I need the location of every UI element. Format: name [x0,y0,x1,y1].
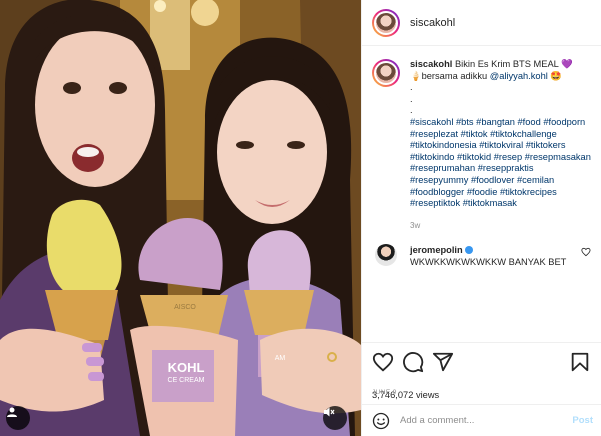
cone-sleeve-label: AISCO [174,304,196,311]
caption-username[interactable]: siscakohl [410,59,452,69]
cone-label-ice-cream: CE CREAM [167,377,205,384]
post-comment-button[interactable]: Post [572,415,593,426]
bookmark-icon[interactable] [569,351,591,373]
mention-link[interactable]: @aliyyah.kohl [490,71,548,81]
caption-time[interactable]: 3w [410,220,591,232]
caption-dot: . [410,82,413,93]
action-bar [362,342,601,380]
post-media-video[interactable]: KOHL CE CREAM AM AISCO [0,0,361,436]
caption-dot: . [410,93,413,104]
cone-label-kohl: KOHL [167,360,205,375]
caption-avatar[interactable] [372,59,400,87]
verified-icon [464,246,473,255]
caption-hashtags[interactable]: #siscakohl #bts #bangtan #food #foodporn… [410,117,591,210]
post-header: siscakohl [362,0,601,46]
caption-line2-suffix: 🤩 [547,70,562,81]
caption-line2-prefix: 🍦bersama adikku [410,70,490,81]
person-tag-icon [7,407,17,417]
small-heart-icon[interactable] [581,247,591,257]
comment-input[interactable] [400,415,573,426]
caption-dot: . [410,105,413,116]
comment-avatar[interactable] [375,244,397,267]
add-comment-bar: Post [362,404,601,436]
emoji-icon[interactable] [372,412,390,430]
share-icon[interactable] [432,351,454,373]
mute-button[interactable] [323,406,347,430]
comment-text: WKWKKWKWKWKKW BANYAK BET [410,257,567,268]
mute-icon [324,407,335,417]
tagged-people-button[interactable] [6,406,30,430]
heart-icon[interactable] [372,351,394,373]
comment-icon[interactable] [402,351,424,373]
author-username[interactable]: siscakohl [410,17,455,29]
comment-username[interactable]: jeromepolin [410,245,463,255]
author-avatar[interactable] [372,8,400,37]
comment-item: jeromepolin WKWKKWKWKWKKW BANYAK BET [372,244,591,268]
caption-text: Bikin Es Krim BTS MEAL 💜 [454,59,573,69]
cone-label-right: AM [274,355,286,362]
post-date[interactable]: JUNE 9 [372,389,397,396]
post-side-panel: siscakohl siscakohl Bikin Es Krim BTS ME… [361,0,601,436]
caption-body: siscakohl Bikin Es Krim BTS MEAL 💜 🍦bers… [410,59,591,231]
comments-section[interactable]: siscakohl Bikin Es Krim BTS MEAL 💜 🍦bers… [362,47,601,342]
caption: siscakohl Bikin Es Krim BTS MEAL 💜 🍦bers… [372,59,591,231]
comment-body: jeromepolin WKWKKWKWKWKKW BANYAK BET [410,244,573,268]
